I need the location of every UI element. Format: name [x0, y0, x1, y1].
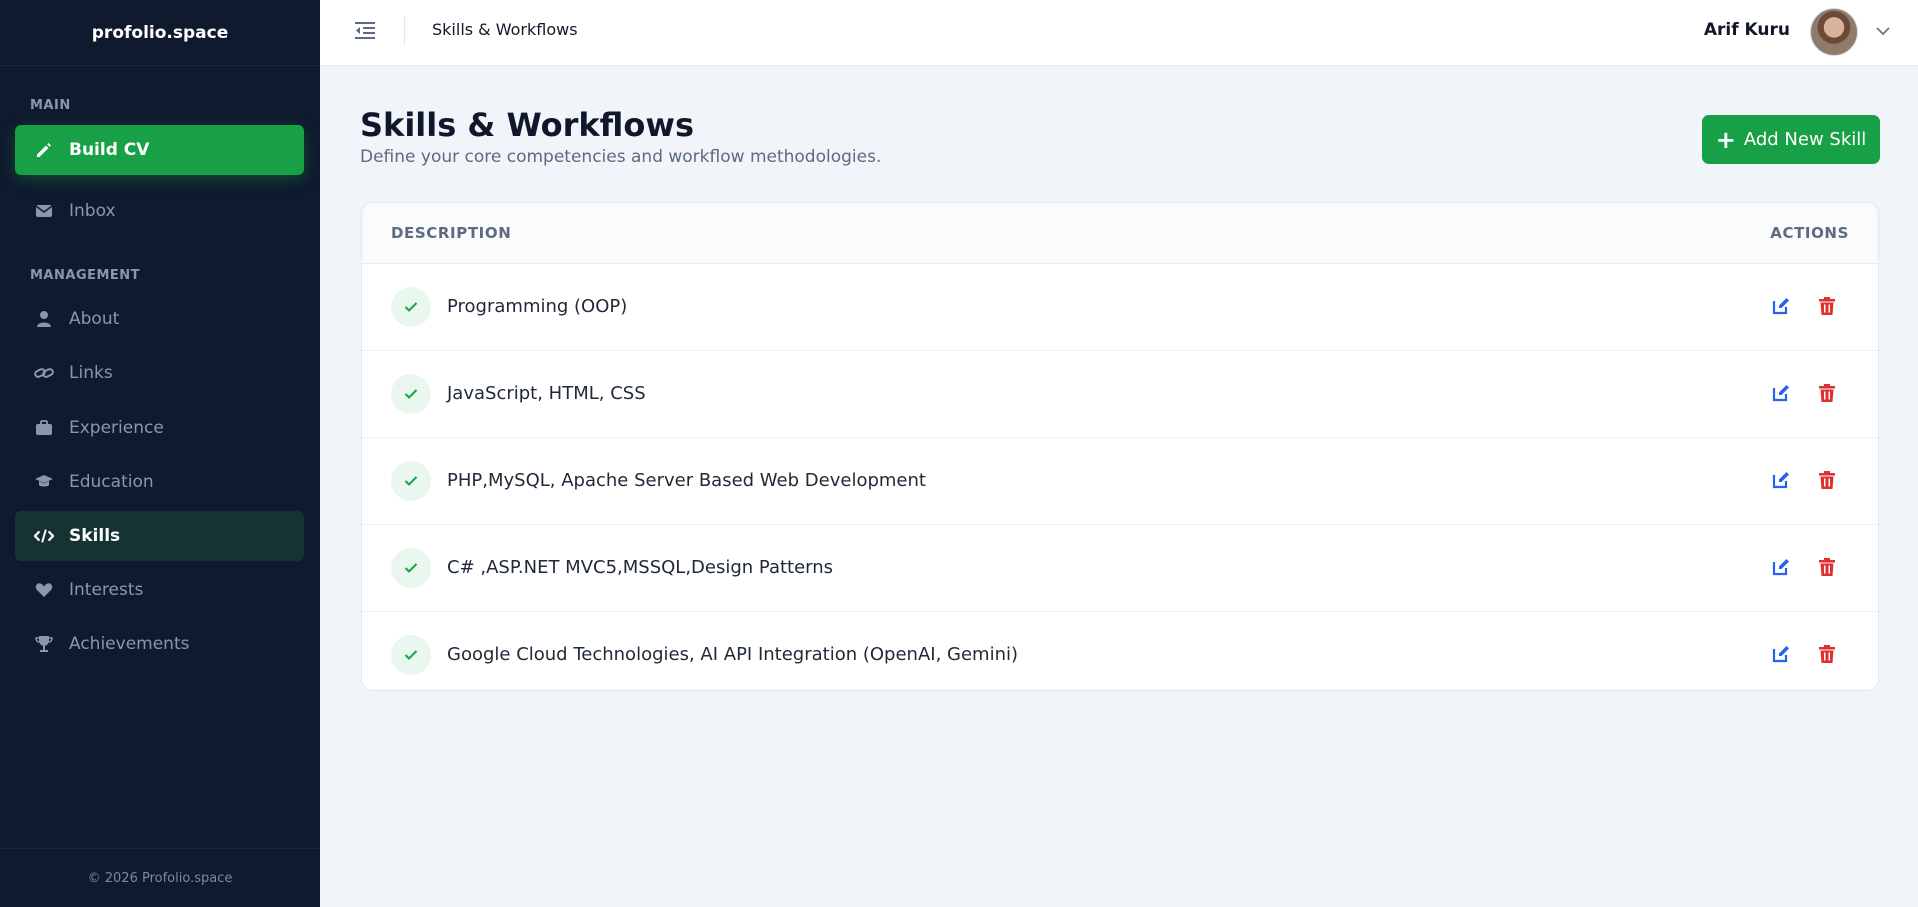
check-icon	[391, 374, 431, 414]
sidebar-item-education[interactable]: Education	[15, 457, 304, 507]
check-icon	[391, 287, 431, 327]
table-row: Google Cloud Technologies, AI API Integr…	[362, 612, 1878, 690]
sidebar-footer: © 2026 Profolio.space	[0, 848, 320, 907]
topbar: Skills & Workflows Arif Kuru	[320, 0, 1918, 66]
edit-icon[interactable]	[1771, 557, 1793, 579]
menu-toggle-icon[interactable]	[354, 20, 378, 44]
sidebar-item-label: Skills	[69, 526, 121, 546]
sidebar-item-experience[interactable]: Experience	[15, 403, 304, 453]
link-icon	[34, 363, 54, 383]
sidebar-item-achievements[interactable]: Achievements	[15, 619, 304, 669]
sidebar-item-label: Achievements	[69, 634, 190, 654]
user-name[interactable]: Arif Kuru	[1704, 20, 1790, 40]
skills-table: DESCRIPTION ACTIONS Programming (OOP) Ja…	[361, 202, 1879, 691]
check-icon	[391, 461, 431, 501]
table-row: Programming (OOP)	[362, 264, 1878, 351]
trash-icon[interactable]	[1818, 644, 1840, 666]
skill-description: PHP,MySQL, Apache Server Based Web Devel…	[447, 470, 926, 491]
table-row: JavaScript, HTML, CSS	[362, 351, 1878, 438]
trash-icon[interactable]	[1818, 383, 1840, 405]
sidebar-item-label: About	[69, 309, 120, 329]
table-row: C# ,ASP.NET MVC5,MSSQL,Design Patterns	[362, 525, 1878, 612]
edit-icon[interactable]	[1771, 296, 1793, 318]
skill-description: Google Cloud Technologies, AI API Integr…	[447, 644, 1019, 665]
skill-description: JavaScript, HTML, CSS	[447, 383, 646, 404]
table-header: DESCRIPTION ACTIONS	[362, 203, 1878, 264]
brand-logo[interactable]: profolio.space	[0, 0, 320, 66]
trash-icon[interactable]	[1818, 557, 1840, 579]
sidebar-item-label: Education	[69, 472, 154, 492]
heart-icon	[34, 580, 54, 600]
add-new-skill-label: Add New Skill	[1743, 129, 1867, 150]
sidebar: profolio.space MAIN Build CV Inbox MANAG…	[0, 0, 320, 907]
check-icon	[391, 548, 431, 588]
page-subtitle: Define your core competencies and workfl…	[360, 147, 882, 167]
page-title: Skills & Workflows	[360, 106, 694, 144]
topbar-title: Skills & Workflows	[432, 20, 578, 39]
plus-icon: +	[1715, 125, 1736, 154]
sidebar-item-skills[interactable]: Skills	[15, 511, 304, 561]
avatar[interactable]	[1810, 8, 1858, 56]
briefcase-icon	[34, 418, 54, 438]
add-new-skill-button[interactable]: + Add New Skill	[1702, 115, 1880, 164]
skill-description: C# ,ASP.NET MVC5,MSSQL,Design Patterns	[447, 557, 834, 578]
column-header-description: DESCRIPTION	[391, 224, 512, 242]
sidebar-item-interests[interactable]: Interests	[15, 565, 304, 615]
envelope-icon	[34, 201, 54, 221]
column-header-actions: ACTIONS	[1770, 224, 1849, 242]
section-label-management: MANAGEMENT	[30, 268, 141, 283]
trash-icon[interactable]	[1818, 296, 1840, 318]
sidebar-item-build-cv[interactable]: Build CV	[15, 125, 304, 175]
sidebar-item-about[interactable]: About	[15, 294, 304, 344]
sidebar-item-links[interactable]: Links	[15, 348, 304, 398]
sidebar-item-label: Experience	[69, 418, 164, 438]
user-icon	[34, 309, 54, 329]
code-icon	[34, 526, 54, 546]
edit-icon[interactable]	[1771, 470, 1793, 492]
section-label-main: MAIN	[30, 98, 71, 113]
sidebar-item-label: Links	[69, 363, 113, 383]
pencil-icon	[34, 140, 54, 160]
table-row: PHP,MySQL, Apache Server Based Web Devel…	[362, 438, 1878, 525]
graduation-cap-icon	[34, 472, 54, 492]
check-icon	[391, 635, 431, 675]
sidebar-item-label: Build CV	[69, 140, 150, 160]
chevron-down-icon[interactable]	[1874, 22, 1892, 40]
skill-description: Programming (OOP)	[447, 296, 628, 317]
edit-icon[interactable]	[1771, 383, 1793, 405]
trophy-icon	[34, 634, 54, 654]
sidebar-item-label: Inbox	[69, 201, 116, 221]
topbar-divider	[404, 16, 405, 46]
sidebar-item-label: Interests	[69, 580, 144, 600]
sidebar-item-inbox[interactable]: Inbox	[15, 186, 304, 236]
trash-icon[interactable]	[1818, 470, 1840, 492]
edit-icon[interactable]	[1771, 644, 1793, 666]
